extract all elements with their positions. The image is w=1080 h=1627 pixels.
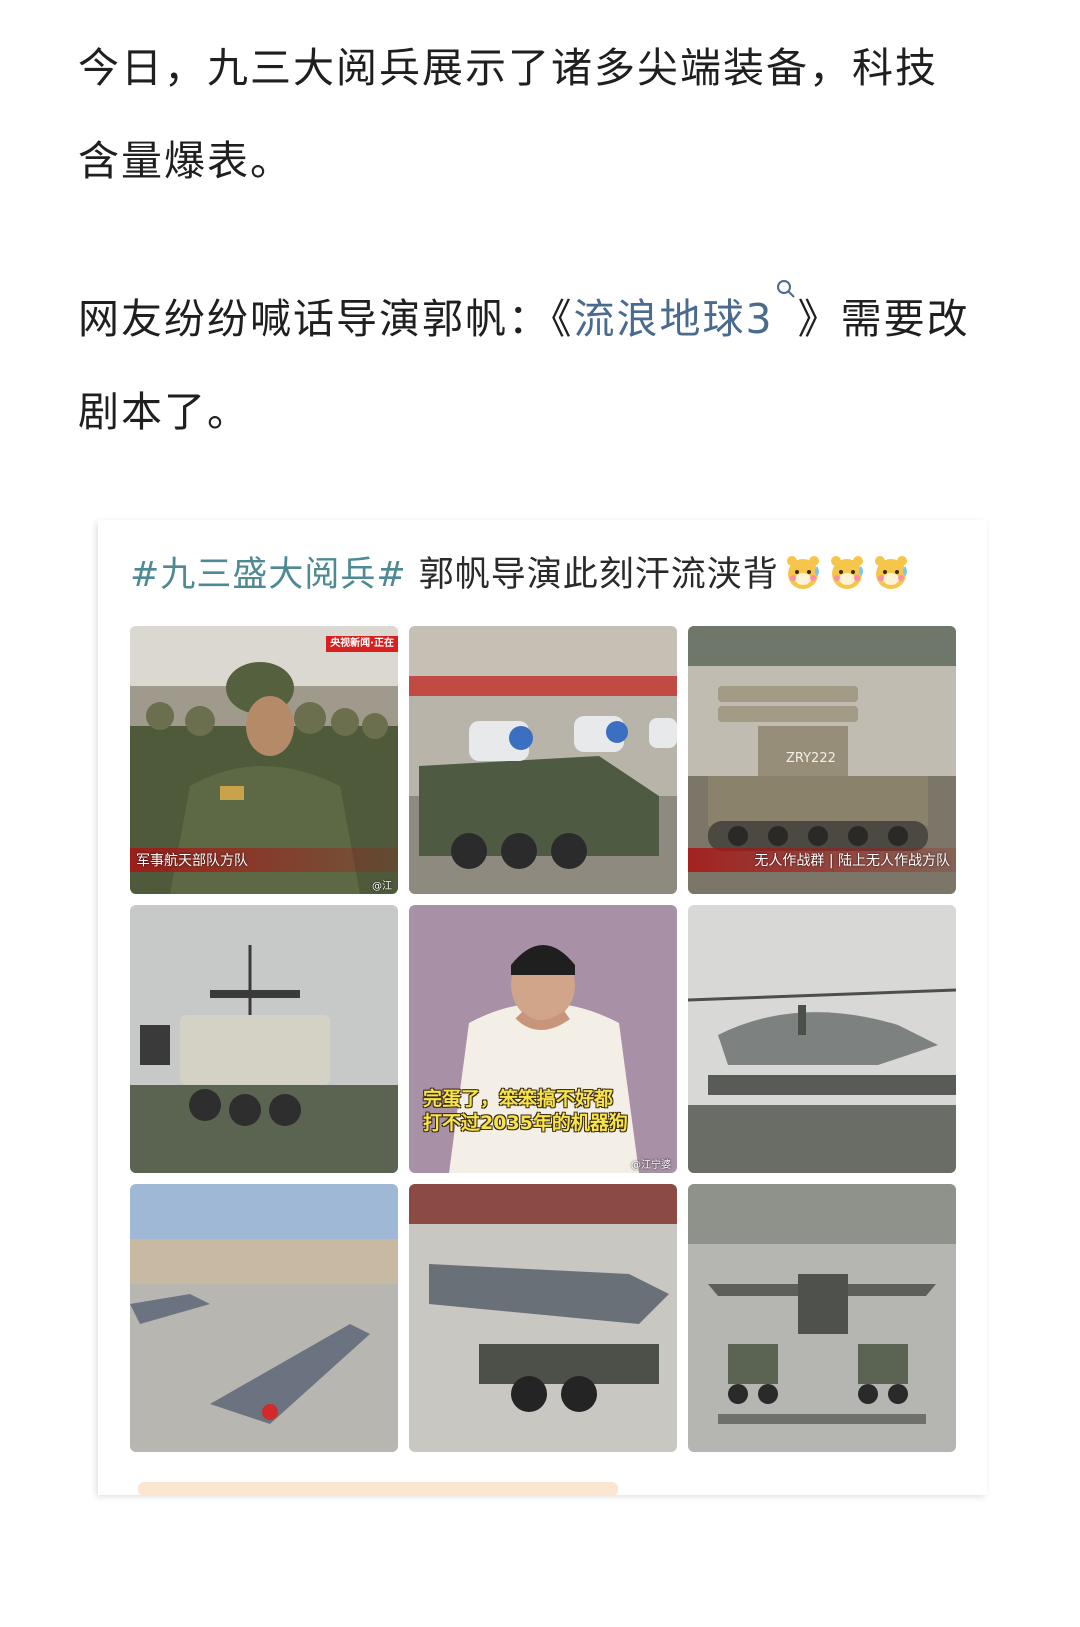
sweating-hamster-emoji-icon [871, 552, 911, 592]
hashtag-link[interactable]: #九三盛大阅兵# [130, 555, 407, 595]
grid-image-drone-jet[interactable] [130, 1184, 398, 1452]
embedded-weibo-screenshot[interactable]: #九三盛大阅兵# 郭帆导演此刻汗流浃背 央视新闻·正在 军事航天部队方队 @江 … [98, 520, 987, 1495]
tile-caption: 军事航天部队方队 [130, 848, 398, 872]
post-caption: #九三盛大阅兵# 郭帆导演此刻汗流浃背 [130, 546, 911, 597]
grid-image-soldiers[interactable]: 央视新闻·正在 军事航天部队方队 @江 [130, 626, 398, 894]
sweating-hamster-emoji-icon [783, 552, 823, 592]
post-caption-text: 郭帆导演此刻汗流浃背 [406, 555, 779, 595]
tank-hull-label: ZRY222 [786, 751, 836, 766]
meme-caption-line-1: 完蛋了，笨笨搞不好都 [423, 1088, 614, 1110]
image-grid: 央视新闻·正在 军事航天部队方队 @江 ZRY222 无人作战群 | 陆上无人作… [130, 626, 956, 1452]
grid-image-unmanned-tank[interactable]: ZRY222 无人作战群 | 陆上无人作战方队 [688, 626, 956, 894]
article-paragraph-1: 今日，九三大阅兵展示了诸多尖端装备，科技含量爆表。 [78, 44, 938, 185]
grid-image-helicopter[interactable] [688, 905, 956, 1173]
next-item-strip [138, 1482, 618, 1495]
weibo-watermark: @江 [372, 881, 392, 892]
meme-caption-line-2: 打不过2035年的机器狗 [423, 1112, 628, 1134]
news-channel-logo: 央视新闻·正在 [326, 636, 398, 652]
grid-image-radar-vehicles[interactable] [409, 626, 677, 894]
tile-caption: 无人作战群 | 陆上无人作战方队 [688, 848, 956, 872]
paragraph-2-text-before: 网友纷纷喊话导演郭帆：《 [78, 295, 574, 343]
grid-image-robot-vehicle[interactable] [130, 905, 398, 1173]
grid-image-director-meme[interactable]: 完蛋了，笨笨搞不好都 打不过2035年的机器狗 @江宁婆 [409, 905, 677, 1173]
movie-search-link[interactable]: 流浪地球3 [574, 295, 774, 343]
sweating-hamster-emoji-icon [827, 552, 867, 592]
grid-image-uav-formation[interactable] [688, 1184, 956, 1452]
weibo-watermark: @江宁婆 [631, 1160, 671, 1171]
meme-caption: 完蛋了，笨笨搞不好都 打不过2035年的机器狗 [423, 1087, 628, 1135]
grid-image-stealth-drone[interactable] [409, 1184, 677, 1452]
article-paragraph-2: 网友纷纷喊话导演郭帆：《流浪地球3 》需要改剧本了。 [78, 273, 978, 459]
search-icon[interactable] [776, 273, 798, 309]
